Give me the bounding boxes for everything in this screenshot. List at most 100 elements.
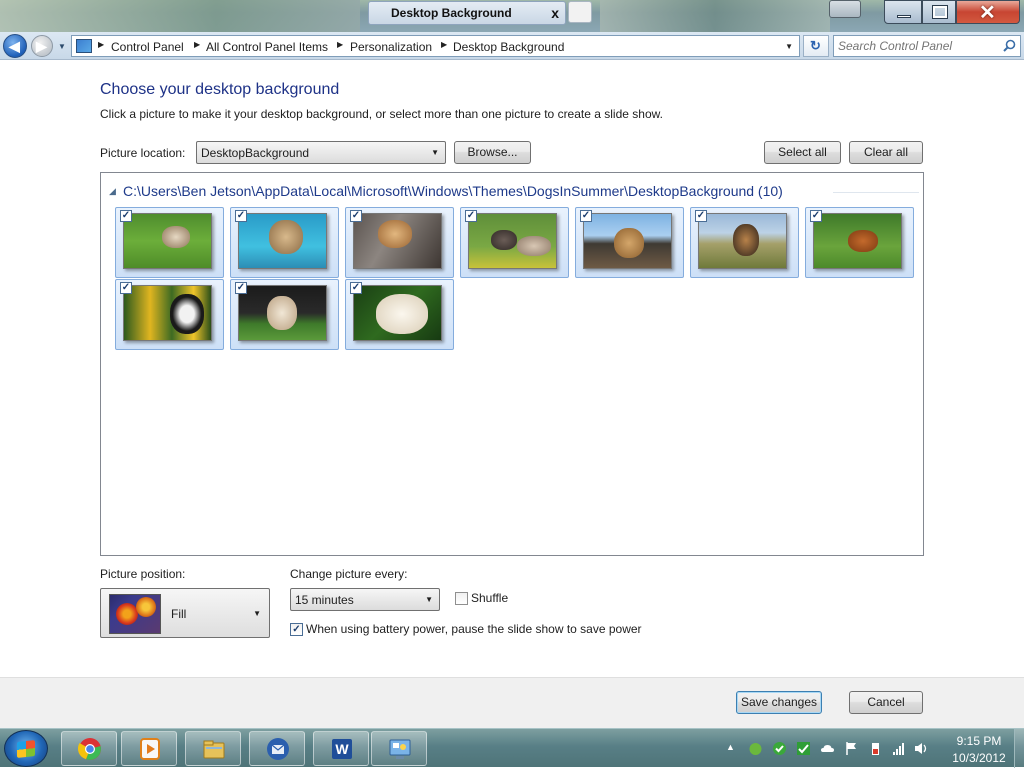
thumbnail-white-retriever[interactable]: ✓ [345, 279, 454, 350]
search-icon[interactable] [1003, 39, 1016, 52]
sync-check-icon[interactable] [796, 741, 811, 756]
snap-icon[interactable] [829, 0, 861, 18]
navigation-bar: ◀ ▶ ▼ ▶ Control Panel ▶ All Control Pane… [0, 32, 1024, 60]
collapse-group-icon[interactable]: ◢ [109, 186, 116, 197]
breadcrumb-separator-icon[interactable]: ▶ [98, 40, 104, 49]
svg-text:W: W [335, 741, 349, 757]
back-arrow-icon: ◀ [9, 38, 20, 54]
battery-pause-label[interactable]: When using battery power, pause the slid… [306, 622, 642, 636]
volume-icon[interactable] [914, 741, 929, 756]
breadcrumb-separator-icon[interactable]: ▶ [194, 40, 200, 49]
picture-position-label: Picture position: [100, 567, 186, 581]
thumbnail-dog-swimming[interactable]: ✓ [230, 207, 339, 278]
thumbnail-yorkie-on-grass[interactable]: ✓ [115, 207, 224, 278]
thumbnail-dogs-in-flowers[interactable]: ✓ [460, 207, 569, 278]
thumbnail-image [813, 213, 902, 269]
thumbnail-checkbox[interactable]: ✓ [235, 282, 247, 294]
recent-pages-dropdown-icon[interactable]: ▼ [58, 42, 66, 51]
cloud-icon[interactable] [820, 741, 835, 756]
thumbnail-checkbox[interactable]: ✓ [235, 210, 247, 222]
minimize-button[interactable] [884, 0, 922, 24]
breadcrumb-personalization[interactable]: Personalization [350, 40, 432, 54]
select-all-button[interactable]: Select all [764, 141, 841, 164]
search-input[interactable] [836, 37, 996, 55]
address-history-dropdown-icon[interactable]: ▼ [785, 42, 793, 51]
picture-location-dropdown[interactable]: DesktopBackground ▼ [196, 141, 446, 164]
evernote-icon[interactable] [748, 741, 763, 756]
show-desktop-button[interactable] [1014, 729, 1024, 768]
change-picture-label: Change picture every: [290, 567, 408, 581]
battery-pause-checkbox[interactable]: ✓ [290, 623, 303, 636]
taskbar-media-player[interactable] [121, 731, 177, 766]
change-interval-dropdown[interactable]: 15 minutes ▼ [290, 588, 440, 611]
change-interval-value: 15 minutes [295, 593, 354, 607]
tab-close-icon[interactable]: x [551, 5, 559, 21]
close-button[interactable]: ✕ [956, 0, 1020, 24]
new-tab-button[interactable] [568, 1, 592, 23]
refresh-button[interactable]: ↻ [803, 35, 829, 57]
thumbnail-dog-in-field[interactable]: ✓ [805, 207, 914, 278]
thumbnail-image [353, 285, 442, 341]
media-player-icon [140, 738, 160, 760]
action-center-flag-icon[interactable] [844, 741, 859, 756]
thumbnail-image [123, 285, 212, 341]
thumbnail-checkbox[interactable]: ✓ [465, 210, 477, 222]
thumbnail-checkbox[interactable]: ✓ [580, 210, 592, 222]
network-signal-icon[interactable] [892, 741, 907, 756]
thumbnail-bulldog-in-daffodils[interactable]: ✓ [115, 279, 224, 350]
clear-all-button[interactable]: Clear all [849, 141, 923, 164]
breadcrumb-control-panel[interactable]: Control Panel [111, 40, 184, 54]
thumbnail-checkbox[interactable]: ✓ [695, 210, 707, 222]
clock-time[interactable]: 9:15 PM [944, 734, 1014, 748]
maximize-button[interactable] [922, 0, 956, 24]
taskbar-word[interactable]: W [313, 731, 369, 766]
window-title-tab[interactable]: Desktop Background x [368, 1, 566, 25]
picture-position-value: Fill [171, 607, 187, 621]
maximize-icon [932, 5, 948, 19]
thumbnail-checkbox[interactable]: ✓ [120, 210, 132, 222]
breadcrumb-desktop-background[interactable]: Desktop Background [453, 40, 564, 54]
battery-icon[interactable] [868, 741, 883, 756]
thumbnail-puppy-running[interactable]: ✓ [230, 279, 339, 350]
shuffle-checkbox[interactable] [455, 592, 468, 605]
search-box[interactable] [833, 35, 1021, 57]
picture-location-value: DesktopBackground [201, 146, 310, 160]
position-preview-image [109, 594, 161, 634]
thumbnail-checkbox[interactable]: ✓ [810, 210, 822, 222]
file-explorer-icon [203, 740, 225, 759]
breadcrumb-separator-icon[interactable]: ▶ [441, 40, 447, 49]
picture-position-dropdown[interactable]: Fill ▼ [100, 588, 270, 638]
taskbar-explorer[interactable] [185, 731, 241, 766]
breadcrumb-separator-icon[interactable]: ▶ [337, 40, 343, 49]
thumbnail-checkbox[interactable]: ✓ [350, 282, 362, 294]
back-button[interactable]: ◀ [3, 34, 27, 58]
cancel-button[interactable]: Cancel [849, 691, 923, 714]
thumbnail-dog-on-rocks[interactable]: ✓ [575, 207, 684, 278]
title-bar: Desktop Background x ✕ [0, 0, 1024, 32]
thumbnail-checkbox[interactable]: ✓ [120, 282, 132, 294]
picture-gallery[interactable]: ◢ C:\Users\Ben Jetson\AppData\Local\Micr… [100, 172, 924, 556]
title-bar-background [0, 0, 360, 32]
browse-button[interactable]: Browse... [454, 141, 531, 164]
save-changes-button[interactable]: Save changes [736, 691, 822, 714]
thumbnail-dog-by-log[interactable]: ✓ [345, 207, 454, 278]
thumbnail-image [698, 213, 787, 269]
close-icon: ✕ [979, 2, 996, 24]
show-hidden-icons-icon[interactable]: ▲ [726, 742, 741, 757]
taskbar-chrome[interactable] [61, 731, 117, 766]
window-title: Desktop Background [391, 6, 512, 20]
thumbnail-checkbox[interactable]: ✓ [350, 210, 362, 222]
address-bar[interactable]: ▶ Control Panel ▶ All Control Panel Item… [71, 35, 800, 57]
group-divider [833, 192, 919, 193]
group-header[interactable]: ◢ C:\Users\Ben Jetson\AppData\Local\Micr… [105, 183, 919, 201]
breadcrumb-all-items[interactable]: All Control Panel Items [206, 40, 328, 54]
refresh-icon: ↻ [810, 38, 821, 53]
security-shield-icon[interactable] [772, 741, 787, 756]
clock-date[interactable]: 10/3/2012 [944, 751, 1014, 765]
start-button[interactable] [4, 730, 48, 767]
thumbnail-puppy-on-hill[interactable]: ✓ [690, 207, 799, 278]
forward-button[interactable]: ▶ [31, 35, 53, 57]
taskbar-control-panel[interactable] [371, 731, 427, 766]
shuffle-label[interactable]: Shuffle [471, 591, 508, 605]
taskbar-thunderbird[interactable] [249, 731, 305, 766]
